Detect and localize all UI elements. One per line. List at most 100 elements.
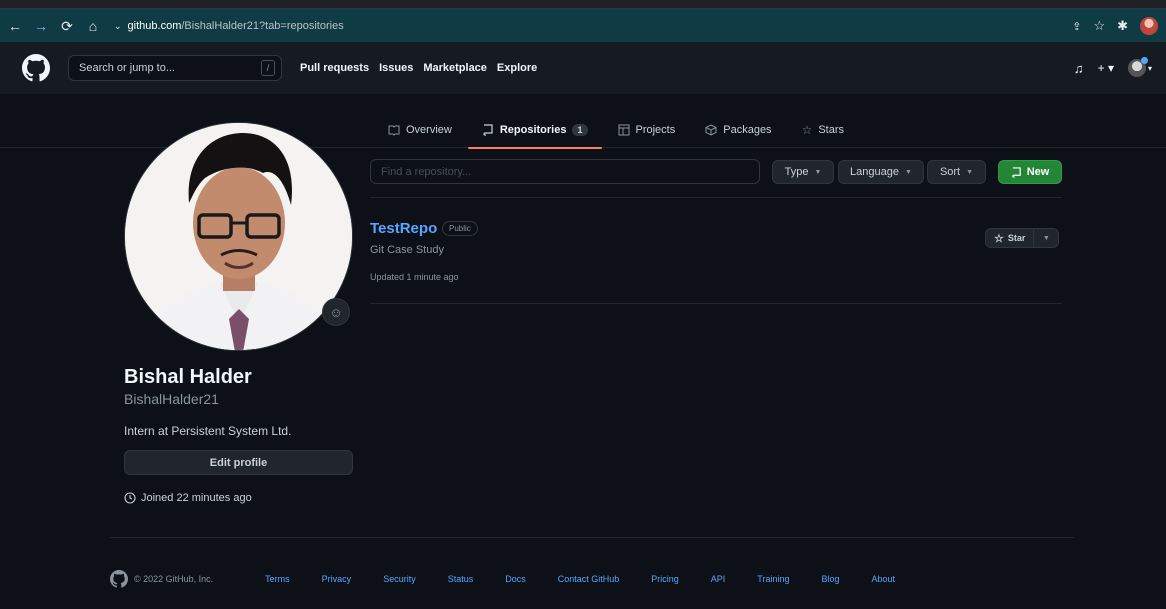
nav-explore[interactable]: Explore xyxy=(497,62,537,74)
book-icon xyxy=(388,125,400,136)
url-field[interactable]: ⌄ github.com/BishalHalder21?tab=reposito… xyxy=(114,15,344,37)
browser-chrome: ← → ⟳ ⌂ ⌄ github.com/BishalHalder21?tab=… xyxy=(0,0,1166,42)
reload-icon[interactable]: ⟳ xyxy=(56,15,78,37)
nav-issues[interactable]: Issues xyxy=(379,62,413,74)
type-filter-label: Type xyxy=(784,166,809,178)
github-header: Search or jump to... / Pull requests Iss… xyxy=(0,42,1166,94)
browser-actions: ⇪ ☆ ✱ xyxy=(1072,10,1158,42)
footer: © 2022 GitHub, Inc. Terms Privacy Securi… xyxy=(110,570,895,588)
nav-marketplace[interactable]: Marketplace xyxy=(423,62,487,74)
browser-profile-avatar[interactable] xyxy=(1140,17,1158,35)
repo-name-link[interactable]: TestRepo xyxy=(370,220,437,237)
divider xyxy=(370,197,1062,198)
find-repository-input[interactable] xyxy=(370,159,760,184)
set-status-smiley-icon[interactable]: ☺ xyxy=(322,298,350,326)
profile-name: Bishal Halder xyxy=(124,366,252,388)
repo-icon xyxy=(483,124,493,136)
forward-icon[interactable]: → xyxy=(30,15,52,37)
tab-overview-label: Overview xyxy=(406,124,452,136)
package-icon xyxy=(705,124,717,136)
url-host: github.com xyxy=(127,20,182,32)
tab-packages[interactable]: Packages xyxy=(701,112,775,148)
address-bar: ← → ⟳ ⌂ ⌄ github.com/BishalHalder21?tab=… xyxy=(0,10,1166,42)
back-icon[interactable]: ← xyxy=(4,15,26,37)
footer-link-terms[interactable]: Terms xyxy=(265,574,290,584)
url-path: /BishalHalder21?tab=repositories xyxy=(181,20,344,32)
footer-link-api[interactable]: API xyxy=(711,574,726,584)
chevron-down-icon: ▾ xyxy=(1147,63,1152,73)
footer-link-security[interactable]: Security xyxy=(383,574,416,584)
repo-visibility-badge: Public xyxy=(442,221,478,236)
tab-overview[interactable]: Overview xyxy=(384,112,456,148)
joined-info: Joined 22 minutes ago xyxy=(124,492,252,504)
clock-icon xyxy=(124,492,136,504)
footer-links: Terms Privacy Security Status Docs Conta… xyxy=(265,574,895,584)
profile-login: BishalHalder21 xyxy=(124,391,219,407)
chevron-down-icon: ▼ xyxy=(814,168,822,176)
table-icon xyxy=(618,124,629,136)
tab-stars[interactable]: ☆ Stars xyxy=(798,112,848,148)
notifications-bell-icon[interactable]: ♫ xyxy=(1074,61,1084,76)
star-button-label: Star xyxy=(1007,233,1026,243)
footer-link-blog[interactable]: Blog xyxy=(821,574,839,584)
header-nav: Pull requests Issues Marketplace Explore xyxy=(300,62,537,74)
footer-link-training[interactable]: Training xyxy=(757,574,789,584)
repo-updated-time: Updated 1 minute ago xyxy=(370,272,459,282)
user-menu[interactable]: ▾ xyxy=(1127,57,1152,77)
nav-pull-requests[interactable]: Pull requests xyxy=(300,62,369,74)
footer-link-privacy[interactable]: Privacy xyxy=(322,574,352,584)
language-filter-label: Language xyxy=(850,166,899,178)
type-filter-button[interactable]: Type ▼ xyxy=(772,160,834,184)
star-icon: ☆ xyxy=(801,123,813,137)
profile-bio: Intern at Persistent System Ltd. xyxy=(124,424,292,438)
tab-repositories[interactable]: Repositories 1 xyxy=(467,112,602,149)
footer-divider xyxy=(110,537,1074,538)
repo-description: Git Case Study xyxy=(370,244,444,256)
sort-filter-button[interactable]: Sort ▼ xyxy=(927,160,986,184)
profile-tabs: Overview Repositories 1 Projects Package… xyxy=(384,112,848,149)
extensions-icon[interactable]: ✱ xyxy=(1117,18,1128,34)
tab-stars-label: Stars xyxy=(818,124,845,136)
sort-filter-label: Sort xyxy=(939,166,961,178)
home-icon[interactable]: ⌂ xyxy=(82,15,104,37)
language-filter-button[interactable]: Language ▼ xyxy=(838,160,924,184)
chevron-down-icon: ▼ xyxy=(966,168,974,176)
new-repository-button[interactable]: New xyxy=(998,160,1062,184)
tab-projects[interactable]: Projects xyxy=(614,112,680,148)
search-shortcut-key: / xyxy=(261,60,275,76)
tab-repositories-label: Repositories xyxy=(499,124,567,136)
repositories-count-badge: 1 xyxy=(572,124,588,136)
tab-packages-label: Packages xyxy=(723,124,772,136)
footer-link-contact[interactable]: Contact GitHub xyxy=(558,574,620,584)
create-new-plus-icon[interactable]: + ▾ xyxy=(1098,61,1114,75)
footer-link-status[interactable]: Status xyxy=(448,574,474,584)
copyright-text: © 2022 GitHub, Inc. xyxy=(134,574,214,584)
repo-icon xyxy=(1011,166,1021,178)
share-icon[interactable]: ⇪ xyxy=(1072,20,1081,33)
header-actions: ♫ + ▾ ▾ xyxy=(1074,42,1152,94)
repo-star-group: ☆ Star ▼ xyxy=(985,228,1060,248)
star-repo-button[interactable]: ☆ Star xyxy=(986,229,1035,247)
user-avatar-small xyxy=(1127,57,1148,77)
joined-text: Joined 22 minutes ago xyxy=(141,492,252,504)
chevron-down-icon: ▼ xyxy=(905,168,912,176)
tab-projects-label: Projects xyxy=(635,124,676,136)
github-logo-icon[interactable] xyxy=(22,54,50,82)
site-info-icon[interactable]: ⌄ xyxy=(114,21,122,32)
edit-profile-button[interactable]: Edit profile xyxy=(124,450,353,475)
footer-copyright: © 2022 GitHub, Inc. xyxy=(110,570,213,588)
profile-avatar[interactable] xyxy=(124,122,353,351)
github-logo-icon[interactable] xyxy=(110,570,128,588)
footer-link-pricing[interactable]: Pricing xyxy=(651,574,679,584)
star-icon: ☆ xyxy=(994,232,1004,245)
bookmark-star-icon[interactable]: ☆ xyxy=(1093,18,1105,34)
new-button-label: New xyxy=(1026,166,1050,178)
star-lists-dropdown[interactable]: ▼ xyxy=(1034,229,1058,247)
divider xyxy=(370,303,1062,304)
chevron-down-icon: ▼ xyxy=(1042,234,1050,242)
footer-link-docs[interactable]: Docs xyxy=(505,574,526,584)
search-placeholder: Search or jump to... xyxy=(79,62,175,74)
global-search-input[interactable]: Search or jump to... / xyxy=(68,55,282,81)
footer-link-about[interactable]: About xyxy=(872,574,896,584)
profile-photo xyxy=(125,123,352,350)
